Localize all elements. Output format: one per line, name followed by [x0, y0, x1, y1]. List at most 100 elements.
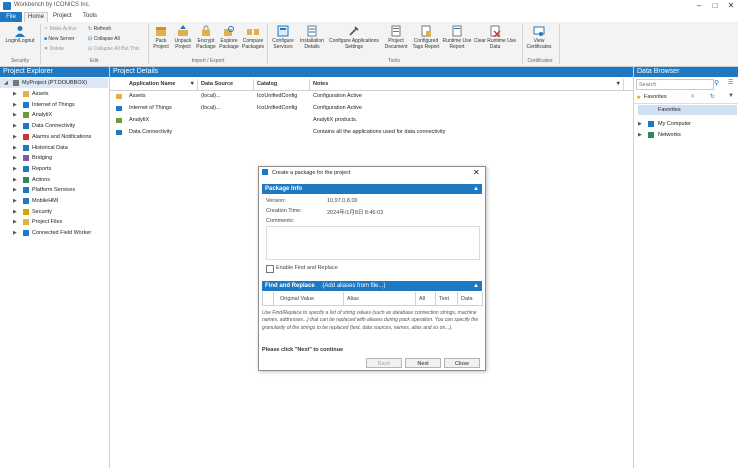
new-server-button[interactable]: ■ New Server: [44, 36, 75, 42]
collapse-section-icon[interactable]: ▲: [473, 184, 479, 194]
clear-runtime-use-data-button[interactable]: Clear Runtime Use Data: [473, 25, 517, 50]
runtime-use-report-button[interactable]: Runtime Use Report: [442, 25, 472, 50]
collapse-section-icon[interactable]: ▲: [473, 281, 479, 291]
column-original-value[interactable]: Original Value: [274, 292, 344, 306]
make-active-button[interactable]: ✓ Make Active: [44, 26, 77, 32]
maximize-icon[interactable]: □: [708, 1, 722, 10]
tree-item[interactable]: ▶ Data Connectivity: [0, 121, 108, 131]
application-icon: [116, 94, 122, 99]
comments-textarea[interactable]: [266, 226, 480, 260]
tree-item[interactable]: ▶ Connected Field Worker: [0, 228, 108, 238]
browser-item[interactable]: ▶ Networks: [634, 130, 738, 140]
enable-find-replace-checkbox[interactable]: [266, 265, 274, 273]
tree-item[interactable]: ▶ AnalytiX: [0, 110, 108, 120]
version-value: 10.97.0.8.00: [327, 198, 358, 204]
collapse-all-but-this-button[interactable]: ⊟ Collapse All But This: [88, 46, 139, 52]
pack-project-button[interactable]: Pack Project: [151, 25, 171, 50]
favorites-dropdown[interactable]: Favorites: [644, 94, 667, 100]
unpack-project-button[interactable]: Unpack Project: [172, 25, 194, 50]
table-row[interactable]: Internet of Things (local)... IcoUnifiedCo…: [110, 103, 633, 114]
search-icon[interactable]: ⚲: [714, 79, 719, 87]
project-document-button[interactable]: Project Document: [382, 25, 410, 50]
column-notes[interactable]: Notes ▼: [310, 79, 624, 90]
view-certificates-button[interactable]: View Certificates: [525, 25, 553, 50]
expand-arrow-icon[interactable]: ▶: [13, 121, 17, 131]
configure-services-button[interactable]: Configure Services: [269, 25, 297, 50]
expand-arrow-icon[interactable]: ▶: [13, 153, 17, 163]
close-icon[interactable]: ✕: [724, 1, 738, 10]
refresh-icon[interactable]: ↻: [710, 93, 715, 100]
tab-file[interactable]: File: [0, 12, 22, 22]
expand-arrow-icon[interactable]: ▶: [13, 217, 17, 227]
tree-item[interactable]: ▶ Historical Data: [0, 143, 108, 153]
browser-item[interactable]: ▶ My Computer: [634, 119, 738, 129]
add-aliases-link[interactable]: (Add aliases from file...): [322, 283, 385, 289]
column-application-name[interactable]: Application Name ▼: [126, 79, 198, 90]
remove-favorite-icon[interactable]: ✕: [690, 93, 695, 100]
expand-arrow-icon[interactable]: ▶: [13, 100, 17, 110]
login-logout-button[interactable]: Login/Logout: [3, 25, 37, 44]
tab-tools[interactable]: Tools: [83, 13, 97, 19]
compare-packages-button[interactable]: Compare Packages: [241, 25, 265, 50]
expand-arrow-icon[interactable]: ▶: [13, 228, 17, 238]
expand-arrow-icon[interactable]: ▶: [13, 110, 17, 120]
table-row[interactable]: Data Connectivity Contains all the applic…: [110, 127, 633, 138]
group-import-export-label: Import / Export: [191, 58, 225, 64]
configure-applications-settings-button[interactable]: Configure Applications Settings: [327, 25, 381, 50]
tree-item[interactable]: ▶ Internet of Things: [0, 100, 108, 110]
filter-icon[interactable]: ▼: [190, 79, 195, 90]
tree-item[interactable]: ▶ Bridging: [0, 153, 108, 163]
tab-home[interactable]: Home: [24, 12, 48, 22]
delete-button[interactable]: ✕ Delete: [44, 46, 64, 52]
expand-arrow-icon[interactable]: ▶: [13, 132, 17, 142]
configured-tags-report-button[interactable]: Configured Tags Report: [411, 25, 441, 50]
expand-arrow-icon[interactable]: ▶: [638, 132, 642, 138]
node-icon: [23, 101, 29, 108]
column-all[interactable]: All: [416, 292, 436, 306]
tree-item[interactable]: ▶ Security: [0, 207, 108, 217]
table-row[interactable]: AnalytiX AnalytiX products.: [110, 115, 633, 126]
expand-arrow-icon[interactable]: ▶: [13, 185, 17, 195]
installation-details-button[interactable]: Installation Details: [298, 25, 326, 50]
favorites-item[interactable]: Favorites: [638, 105, 737, 115]
tree-item[interactable]: ▶ Assets: [0, 89, 108, 99]
ribbon-separator: [40, 24, 41, 64]
tree-item[interactable]: ▶ MobileHMI: [0, 196, 108, 206]
back-button[interactable]: Back: [366, 358, 402, 368]
expand-arrow-icon[interactable]: ▶: [638, 121, 642, 127]
tree-item[interactable]: ▶ Project Files: [0, 217, 108, 227]
minimize-icon[interactable]: –: [692, 1, 706, 10]
refresh-button[interactable]: ↻ Refresh: [88, 26, 111, 32]
expand-arrow-icon[interactable]: ▶: [13, 175, 17, 185]
data-browser-search-input[interactable]: [636, 79, 714, 90]
dialog-close-icon[interactable]: ✕: [473, 168, 480, 177]
tree-item[interactable]: ▶ Alarms and Notifications: [0, 132, 108, 142]
tree-root[interactable]: ◢ MyProject (PT.DOUBBOX): [0, 78, 108, 88]
expand-arrow-icon[interactable]: ▶: [13, 89, 17, 99]
tree-item[interactable]: ▶ Reports: [0, 164, 108, 174]
collapse-all-button[interactable]: ⊟ Collapse All: [88, 36, 120, 42]
tree-item[interactable]: ▶ Actions: [0, 175, 108, 185]
column-data-source[interactable]: Data Source: [198, 79, 254, 90]
explore-package-button[interactable]: Explore Package: [218, 25, 240, 50]
table-row[interactable]: Assets (local)... IcoUnifiedConfig Configur…: [110, 91, 633, 102]
tab-project[interactable]: Project: [53, 13, 72, 19]
expand-arrow-icon[interactable]: ▶: [13, 196, 17, 206]
close-button[interactable]: Close: [444, 358, 480, 368]
column-text[interactable]: Text: [436, 292, 458, 306]
expand-arrow-icon[interactable]: ▶: [13, 164, 17, 174]
tree-item[interactable]: ▶ Platform Services: [0, 185, 108, 195]
filter-icon[interactable]: ▼: [616, 79, 621, 90]
column-data[interactable]: Data: [458, 292, 483, 306]
expand-arrow-icon[interactable]: ◢: [4, 78, 8, 88]
encrypt-package-button[interactable]: Encrypt Package: [195, 25, 217, 50]
column-catalog[interactable]: Catalog: [254, 79, 310, 90]
user-icon: [15, 26, 25, 37]
search-options-icon[interactable]: ☰: [728, 79, 733, 86]
filter-icon[interactable]: ▼: [728, 93, 734, 99]
next-button[interactable]: Next: [405, 358, 441, 368]
expand-arrow-icon[interactable]: ▶: [13, 143, 17, 153]
column-alias[interactable]: Alias: [344, 292, 416, 306]
comments-label: Comments:: [266, 218, 295, 224]
expand-arrow-icon[interactable]: ▶: [13, 207, 17, 217]
